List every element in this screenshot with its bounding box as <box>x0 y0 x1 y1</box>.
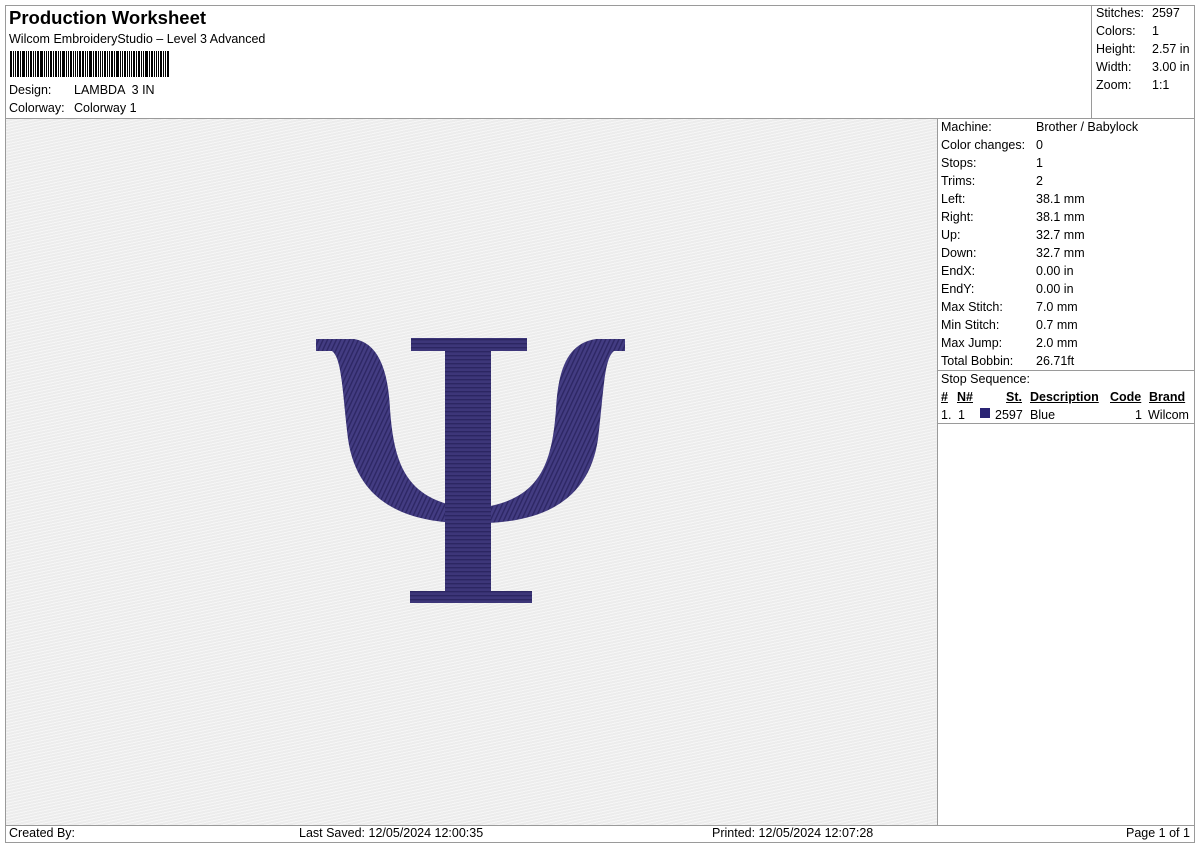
col-header-stitches: St. <box>1006 390 1022 404</box>
worksheet-title: Production Worksheet <box>9 7 207 28</box>
summary-label: Stitches: <box>1096 6 1144 20</box>
detail-label: EndX: <box>941 264 976 278</box>
barcode <box>10 51 208 77</box>
footer-printed: Printed: 12/05/2024 12:07:28 <box>712 826 874 840</box>
summary-zoom: Zoom: 1:1 <box>1096 78 1169 92</box>
colorway-value: Colorway 1 <box>74 101 137 115</box>
summary-value: 1:1 <box>1152 78 1170 92</box>
detail-value: 1 <box>1036 156 1043 170</box>
detail-label: Machine: <box>941 120 992 134</box>
stop-row-code: 1 <box>1135 408 1142 422</box>
sidebar-divider <box>937 118 938 826</box>
summary-label: Width: <box>1096 60 1132 74</box>
detail-label: Trims: <box>941 174 976 188</box>
detail-value: 7.0 mm <box>1036 300 1078 314</box>
stop-table-divider <box>937 423 1195 424</box>
detail-label: Max Stitch: <box>941 300 1003 314</box>
details-divider <box>937 370 1195 371</box>
detail-row: Max Jump: 2.0 mm <box>941 336 1078 350</box>
detail-value: 2.0 mm <box>1036 336 1078 350</box>
detail-row: Trims: 2 <box>941 174 1043 188</box>
summary-colors: Colors: 1 <box>1096 24 1159 38</box>
summary-value: 1 <box>1152 24 1159 38</box>
design-preview <box>6 119 937 825</box>
detail-row: Min Stitch: 0.7 mm <box>941 318 1078 332</box>
summary-label: Height: <box>1096 42 1136 56</box>
detail-row: Max Stitch: 7.0 mm <box>941 300 1078 314</box>
detail-value: 38.1 mm <box>1036 210 1085 224</box>
psi-bottom-serif <box>410 591 532 603</box>
design-label: Design: <box>9 83 52 97</box>
detail-value: 26.71ft <box>1036 354 1075 368</box>
footer-page: Page 1 of 1 <box>1126 826 1190 840</box>
col-header-brand: Brand <box>1149 390 1186 404</box>
detail-value: 32.7 mm <box>1036 228 1085 242</box>
col-header-description: Description <box>1030 390 1099 404</box>
detail-value: 38.1 mm <box>1036 192 1085 206</box>
footer-last-saved: Last Saved: 12/05/2024 12:00:35 <box>299 826 484 840</box>
psi-left-arm <box>316 339 460 523</box>
detail-row: EndX: 0.00 in <box>941 264 1074 278</box>
detail-value: 0.00 in <box>1036 264 1074 278</box>
detail-row: EndY: 0.00 in <box>941 282 1074 296</box>
software-name: Wilcom EmbroideryStudio – Level 3 Advanc… <box>9 32 266 46</box>
detail-label: Color changes: <box>941 138 1026 152</box>
col-header-needle: N# <box>957 390 973 404</box>
stop-row-needle: 1 <box>958 408 965 422</box>
detail-row: Right: 38.1 mm <box>941 210 1085 224</box>
detail-row: Up: 32.7 mm <box>941 228 1085 242</box>
embroidery-design <box>316 338 625 603</box>
detail-value: 32.7 mm <box>1036 246 1085 260</box>
stop-sequence-label: Stop Sequence: <box>941 372 1030 386</box>
footer-created-by: Created By: <box>9 826 76 840</box>
summary-label: Zoom: <box>1096 78 1132 92</box>
detail-value: 2 <box>1036 174 1043 188</box>
summary-height: Height: 2.57 in <box>1096 42 1190 56</box>
col-header-code: Code <box>1110 390 1142 404</box>
stop-row-num: 1. <box>941 408 952 422</box>
summary-value: 3.00 in <box>1152 60 1190 74</box>
detail-label: Left: <box>941 192 966 206</box>
design-value: LAMBDA 3 IN <box>74 83 155 97</box>
detail-label: EndY: <box>941 282 975 296</box>
detail-value: 0 <box>1036 138 1043 152</box>
stop-row-description: Blue <box>1030 408 1056 422</box>
thread-color-swatch <box>980 408 990 418</box>
detail-value: Brother / Babylock <box>1036 120 1139 134</box>
summary-value: 2.57 in <box>1152 42 1190 56</box>
detail-label: Total Bobbin: <box>941 354 1014 368</box>
detail-row: Down: 32.7 mm <box>941 246 1085 260</box>
summary-width: Width: 3.00 in <box>1096 60 1190 74</box>
psi-glyph <box>316 338 625 603</box>
detail-value: 0.00 in <box>1036 282 1074 296</box>
detail-label: Max Jump: <box>941 336 1003 350</box>
detail-row: Color changes: 0 <box>941 138 1043 152</box>
summary-divider <box>1091 5 1092 118</box>
detail-label: Down: <box>941 246 977 260</box>
psi-stem <box>445 349 491 594</box>
colorway-label: Colorway: <box>9 101 65 115</box>
detail-row: Left: 38.1 mm <box>941 192 1085 206</box>
detail-label: Up: <box>941 228 961 242</box>
detail-label: Stops: <box>941 156 977 170</box>
detail-value: 0.7 mm <box>1036 318 1078 332</box>
psi-right-arm <box>486 339 625 523</box>
detail-label: Min Stitch: <box>941 318 1000 332</box>
summary-label: Colors: <box>1096 24 1136 38</box>
detail-row: Total Bobbin: 26.71ft <box>941 354 1074 368</box>
stop-row-stitches: 2597 <box>995 408 1023 422</box>
stop-row-brand: Wilcom <box>1148 408 1189 422</box>
col-header-num: # <box>941 390 948 404</box>
footer-divider <box>5 825 1195 826</box>
detail-label: Right: <box>941 210 974 224</box>
detail-row: Machine: Brother / Babylock <box>941 120 1138 134</box>
detail-row: Stops: 1 <box>941 156 1043 170</box>
summary-stitches: Stitches: 2597 <box>1096 6 1180 20</box>
summary-value: 2597 <box>1152 6 1180 20</box>
